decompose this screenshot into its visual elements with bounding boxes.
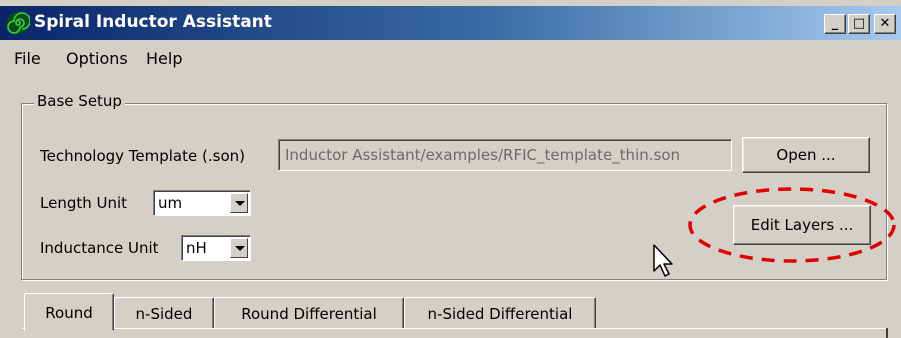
spiral-inductor-icon [7, 12, 30, 34]
minimize-button[interactable]: _ [824, 14, 846, 34]
inductance-unit-select[interactable]: nH [181, 235, 251, 261]
highlight-ellipse-annotation [688, 187, 896, 263]
inductance-unit-value: nH [186, 239, 207, 257]
maximize-icon: □ [852, 16, 866, 31]
length-unit-label: Length Unit [40, 194, 128, 212]
technology-template-label: Technology Template (.son) [40, 147, 245, 165]
menu-options[interactable]: Options [66, 49, 128, 68]
length-unit-value: um [158, 194, 183, 212]
tab-n-sided-differential[interactable]: n-Sided Differential [404, 297, 596, 329]
tab-round[interactable]: Round [24, 293, 114, 331]
close-icon: ✕ [879, 16, 891, 31]
base-setup-title: Base Setup [34, 92, 125, 110]
menu-bar: File Options Help [0, 44, 901, 72]
minimize-icon: _ [831, 16, 839, 31]
maximize-button[interactable]: □ [848, 14, 870, 34]
tab-pane-edge [886, 328, 888, 338]
length-unit-select[interactable]: um [153, 190, 251, 216]
open-button[interactable]: Open ... [742, 137, 870, 173]
tab-n-sided[interactable]: n-Sided [114, 297, 214, 329]
tab-round-differential-label: Round Differential [241, 305, 377, 323]
inductance-unit-label: Inductance Unit [40, 239, 159, 257]
technology-template-field[interactable]: Inductor Assistant/examples/RFIC_templat… [278, 139, 732, 171]
close-button[interactable]: ✕ [874, 14, 896, 34]
menu-help[interactable]: Help [146, 49, 182, 68]
window-title: Spiral Inductor Assistant [34, 12, 272, 32]
tab-round-differential[interactable]: Round Differential [214, 297, 404, 329]
open-button-label: Open ... [776, 146, 836, 164]
title-bar[interactable]: Spiral Inductor Assistant _ □ ✕ [0, 6, 901, 40]
tab-pane-border [22, 328, 888, 329]
chevron-down-icon[interactable] [230, 238, 248, 258]
tab-n-sided-differential-label: n-Sided Differential [427, 305, 573, 323]
menu-file[interactable]: File [14, 49, 41, 68]
tab-round-label: Round [45, 304, 93, 322]
tab-n-sided-label: n-Sided [135, 305, 193, 323]
chevron-down-icon[interactable] [230, 193, 248, 213]
mouse-cursor-icon [653, 244, 673, 277]
